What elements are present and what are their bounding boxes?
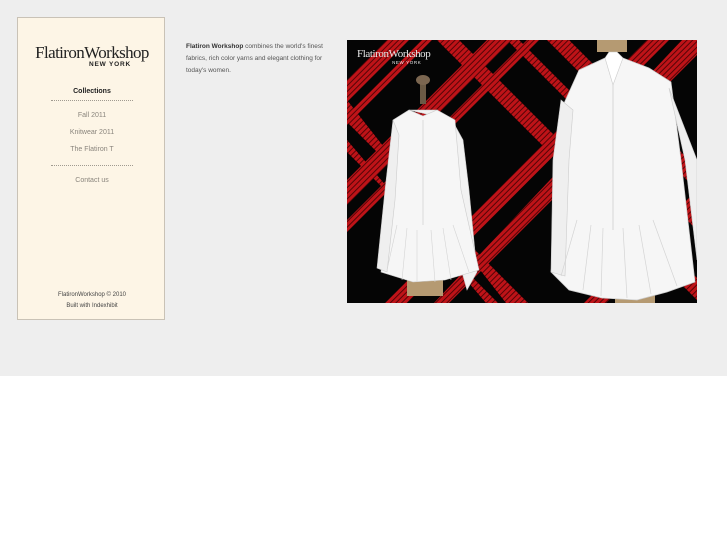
main-nav: Collections Fall 2011 Knitwear 2011 The … — [18, 88, 166, 189]
nav-item-fall-2011[interactable]: Fall 2011 — [18, 107, 166, 124]
intro-text: Flatiron Workshop combines the world's f… — [186, 41, 332, 77]
hero-logo-main-text: FlatironWorkshop — [357, 48, 431, 60]
site-logo[interactable]: FlatironWorkshop NEW YORK — [18, 44, 166, 68]
copyright-text: FlatironWorkshop © 2010 — [57, 292, 126, 298]
built-with-link[interactable]: Built with Indexhibit — [18, 301, 166, 312]
hero-image: FlatironWorkshop NEW YORK — [347, 40, 697, 303]
nav-item-knitwear-2011[interactable]: Knitwear 2011 — [18, 124, 166, 141]
nav-item-flatiron-t[interactable]: The Flatiron T — [18, 141, 166, 158]
logo-sub-text: NEW YORK — [88, 61, 132, 68]
logo-main-text: FlatironWorkshop — [35, 43, 149, 62]
hero-illustration — [347, 40, 697, 303]
hero-logo-sub-text: NEW YORK — [392, 60, 422, 65]
sidebar: FlatironWorkshop NEW YORK Collections Fa… — [17, 17, 165, 320]
hero-logo: FlatironWorkshop NEW YORK — [357, 48, 431, 66]
nav-heading-collections: Collections — [73, 88, 111, 95]
intro-brand-name: Flatiron Workshop — [186, 43, 244, 50]
nav-item-contact[interactable]: Contact us — [18, 172, 166, 189]
sidebar-footer: FlatironWorkshop © 2010 Built with Index… — [18, 290, 166, 312]
